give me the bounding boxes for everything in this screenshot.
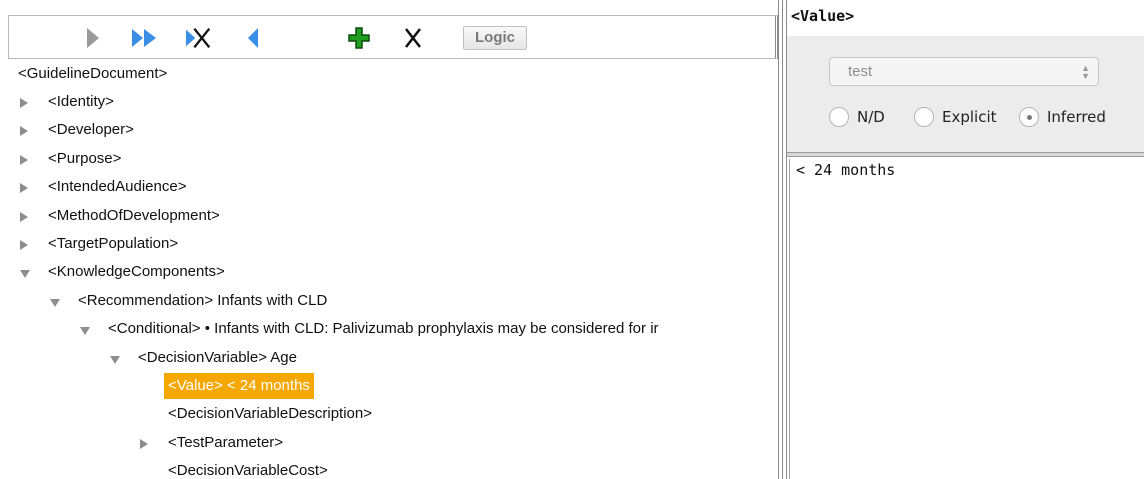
radio-explicit[interactable]: Explicit: [914, 106, 997, 128]
detail-panel: <Value> test ▲ ▼ N/D Explicit Inferred < …: [787, 0, 1144, 479]
tree-node[interactable]: <KnowledgeComponents>: [0, 259, 778, 285]
expanded-triangle-icon[interactable]: [20, 270, 30, 279]
tree-node[interactable]: <TargetPopulation>: [0, 231, 778, 257]
add-icon[interactable]: [345, 24, 373, 52]
forward-clear-icon[interactable]: [185, 24, 213, 52]
tree-node[interactable]: <DecisionVariableCost>: [0, 458, 778, 479]
tree-node[interactable]: <TestParameter>: [0, 430, 778, 456]
tree-node-label: <TargetPopulation>: [48, 235, 179, 252]
radio-inferred[interactable]: Inferred: [1019, 106, 1106, 128]
detail-splitter[interactable]: [787, 152, 1144, 157]
tree-node-label: <DecisionVariableCost>: [168, 462, 328, 479]
tree-node-label: <Conditional> • Infants with CLD: Palivi…: [108, 320, 659, 338]
tree-node[interactable]: <DecisionVariable> Age: [0, 345, 778, 371]
tree-node-label: <Value> < 24 months: [164, 373, 314, 399]
tree-node[interactable]: <Conditional> • Infants with CLD: Palivi…: [0, 316, 778, 342]
spinner-icon: ▲ ▼: [1081, 63, 1090, 81]
tree-node[interactable]: <Identity>: [0, 89, 778, 115]
tree-node-label: <Purpose>: [48, 149, 122, 167]
expanded-triangle-icon[interactable]: [80, 327, 90, 336]
tree-node-label: <DecisionVariableDescription>: [168, 405, 372, 423]
play-icon[interactable]: [79, 24, 107, 52]
value-select[interactable]: test ▲ ▼: [829, 57, 1099, 86]
logic-button[interactable]: Logic: [463, 26, 527, 50]
value-select-label: test: [848, 63, 873, 80]
detail-title: <Value>: [791, 7, 855, 25]
fast-forward-icon[interactable]: [131, 24, 159, 52]
tree-node[interactable]: <IntendedAudience>: [0, 174, 778, 200]
tree-node-label: <Recommendation> Infants with CLD: [78, 291, 328, 309]
collapsed-triangle-icon[interactable]: [20, 98, 28, 108]
radio-label: Inferred: [1047, 108, 1106, 126]
radio-circle: [914, 107, 934, 127]
collapsed-triangle-icon[interactable]: [20, 126, 28, 137]
tree-node-label: <IntendedAudience>: [48, 178, 187, 196]
tree-node-label: <GuidelineDocument>: [18, 65, 168, 82]
pane-splitter[interactable]: [778, 0, 787, 479]
collapsed-triangle-icon[interactable]: [20, 183, 28, 194]
expanded-triangle-icon[interactable]: [50, 298, 60, 307]
tree-node-label: <TestParameter>: [168, 433, 284, 451]
detail-controls: test ▲ ▼ N/D Explicit Inferred: [787, 36, 1144, 152]
tree-node[interactable]: <MethodOfDevelopment>: [0, 203, 778, 229]
tree-node-label: <Developer>: [48, 121, 134, 139]
tree-node[interactable]: <Purpose>: [0, 146, 778, 172]
tree-node[interactable]: <DecisionVariableDescription>: [0, 401, 778, 427]
radio-circle: [829, 107, 849, 127]
tree-node-selected[interactable]: <Value> < 24 months: [0, 373, 778, 399]
tree-node[interactable]: <Developer>: [0, 117, 778, 143]
delete-icon[interactable]: [399, 24, 427, 52]
back-icon[interactable]: [239, 24, 267, 52]
tree-node-label: <MethodOfDevelopment>: [48, 206, 220, 224]
collapsed-triangle-icon[interactable]: [20, 211, 28, 222]
value-text-area[interactable]: < 24 months: [789, 159, 1142, 479]
collapsed-triangle-icon[interactable]: [20, 154, 28, 165]
expanded-triangle-icon[interactable]: [110, 355, 120, 364]
collapsed-triangle-icon[interactable]: [140, 438, 148, 449]
toolbar: Logic: [8, 15, 778, 59]
tree-node-label: <KnowledgeComponents>: [48, 263, 225, 281]
radio-circle-checked: [1019, 107, 1039, 127]
tree-node-label: <Identity>: [48, 93, 114, 110]
radio-label: N/D: [857, 108, 885, 126]
radio-nd[interactable]: N/D: [829, 106, 885, 128]
collapsed-triangle-icon[interactable]: [20, 240, 28, 250]
tree-panel: Logic <GuidelineDocument> <Identity> <Dev…: [0, 0, 787, 479]
tree-node[interactable]: <Recommendation> Infants with CLD: [0, 288, 778, 314]
radio-label: Explicit: [942, 108, 997, 126]
tree-node-label: <DecisionVariable> Age: [138, 348, 297, 366]
